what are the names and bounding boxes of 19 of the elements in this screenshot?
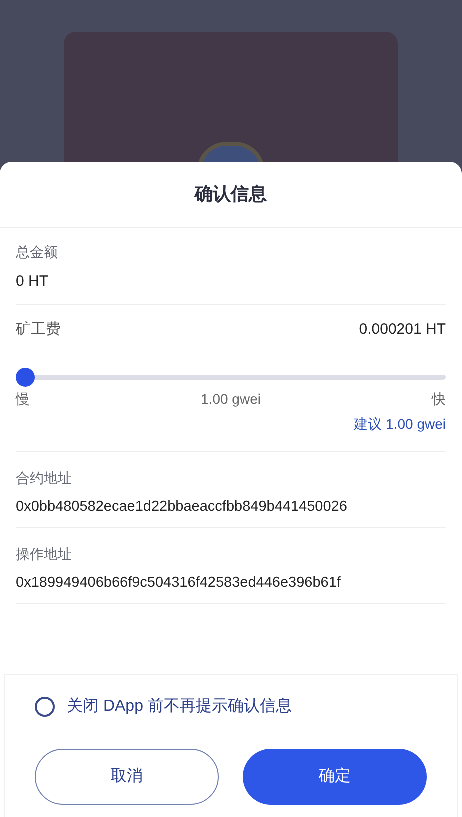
checkbox[interactable] (35, 696, 55, 716)
fee-value: 0.000201 HT (359, 320, 446, 340)
field-label: 操作地址 (16, 544, 73, 564)
address-value: 0x189949406b66f9c504316f42583ed446e396b61f (16, 574, 342, 593)
cancel-button[interactable]: 取消 (35, 748, 219, 804)
field-value: 0 HT (16, 272, 50, 292)
field-label: 总金额 (16, 243, 59, 262)
field-label: 矿工费 (16, 320, 61, 340)
gas-price: 1.00 gwei (201, 390, 261, 409)
fast-label: 快 (432, 390, 446, 409)
slow-label: 慢 (16, 390, 30, 409)
address-value: 0x0bb480582ecae1d22bbaeaccfbb849b441450026 (16, 498, 348, 517)
sheet-title: 确认信息 (0, 162, 462, 228)
fee-slider[interactable] (16, 367, 446, 387)
reminder-label: 关闭 DApp 前不再提示确认信息 (67, 696, 292, 716)
confirm-button[interactable]: 确定 (243, 748, 427, 804)
slider-thumb[interactable] (16, 368, 35, 387)
suggested-price-link[interactable]: 建议 1.00 gwei (354, 414, 446, 435)
field-label: 合约地址 (16, 469, 73, 488)
